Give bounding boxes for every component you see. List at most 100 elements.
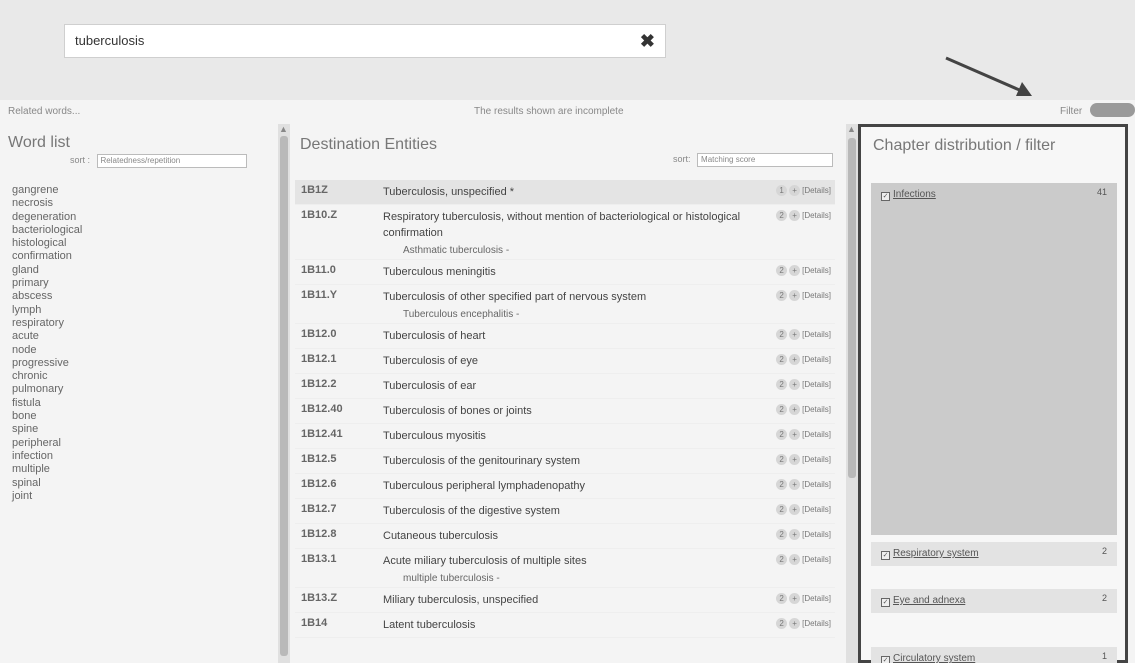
scroll-up-icon[interactable]: ▲ [279,124,288,134]
entity-row[interactable]: 1B12.0 Tuberculosis of heart 2 + [Details] [295,324,835,349]
search-input[interactable]: tuberculosis ✖ [64,24,666,58]
entity-title[interactable]: Tuberculosis of ear [383,374,743,398]
count-badge[interactable]: 2 [776,379,788,390]
details-link[interactable]: [Details] [802,330,831,339]
count-badge[interactable]: 2 [776,290,788,301]
word-list-item[interactable]: pulmonary [12,383,82,396]
close-icon[interactable]: ✖ [640,31,655,52]
count-badge[interactable]: 2 [776,504,788,515]
entity-title[interactable]: Tuberculosis of heart [383,324,743,348]
add-icon[interactable]: + [789,185,801,196]
word-list-item[interactable]: primary [12,277,82,290]
count-badge[interactable]: 2 [776,404,788,415]
entity-synonym[interactable]: Asthmatic tuberculosis - [403,245,835,259]
word-list-item[interactable]: joint [12,490,82,503]
count-badge[interactable]: 2 [776,554,788,565]
word-list-item[interactable]: degeneration [12,211,82,224]
details-link[interactable]: [Details] [802,555,831,564]
add-icon[interactable]: + [789,429,801,440]
add-icon[interactable]: + [789,529,801,540]
word-list-item[interactable]: bone [12,410,82,423]
add-icon[interactable]: + [789,290,801,301]
word-list-item[interactable]: lymph [12,304,82,317]
add-icon[interactable]: + [789,554,801,565]
word-list-item[interactable]: spine [12,423,82,436]
chapter-label[interactable]: ✓ Eye and adnexa [881,595,965,607]
entity-title[interactable]: Tuberculosis of bones or joints [383,399,743,423]
details-link[interactable]: [Details] [802,430,831,439]
word-list-item[interactable]: acute [12,330,82,343]
details-link[interactable]: [Details] [802,405,831,414]
checkbox-icon[interactable]: ✓ [881,551,890,560]
chapter-label[interactable]: ✓ Respiratory system [881,548,979,560]
entity-title[interactable]: Tuberculous meningitis [383,260,743,284]
word-list-item[interactable]: gangrene [12,184,82,197]
entity-row[interactable]: 1B12.5 Tuberculosis of the genitourinary … [295,449,835,474]
entity-synonym[interactable]: multiple tuberculosis - [403,573,835,587]
entity-title[interactable]: Respiratory tuberculosis, without mentio… [383,205,743,245]
count-badge[interactable]: 2 [776,265,788,276]
count-badge[interactable]: 2 [776,529,788,540]
entity-title[interactable]: Latent tuberculosis [383,613,743,637]
word-list-item[interactable]: abscess [12,290,82,303]
entity-row[interactable]: 1B12.8 Cutaneous tuberculosis 2 + [Details] [295,524,835,549]
details-link[interactable]: [Details] [802,291,831,300]
word-list-item[interactable]: node [12,344,82,357]
checkbox-icon[interactable]: ✓ [881,192,890,201]
word-list-item[interactable]: peripheral [12,437,82,450]
add-icon[interactable]: + [789,404,801,415]
entity-row[interactable]: 1B13.1 Acute miliary tuberculosis of mult… [295,549,835,588]
word-list-item[interactable]: spinal [12,477,82,490]
count-badge[interactable]: 2 [776,329,788,340]
entity-row[interactable]: 1B10.Z Respiratory tuberculosis, without … [295,205,835,260]
entity-title[interactable]: Tuberculous peripheral lymphadenopathy [383,474,743,498]
word-list-item[interactable]: gland [12,264,82,277]
entity-row[interactable]: 1B12.1 Tuberculosis of eye 2 + [Details] [295,349,835,374]
destination-scrollbar[interactable]: ▲ [846,124,858,663]
entity-row[interactable]: 1B12.7 Tuberculosis of the digestive syst… [295,499,835,524]
details-link[interactable]: [Details] [802,480,831,489]
entity-row[interactable]: 1B11.0 Tuberculous meningitis 2 + [Details] [295,260,835,285]
word-list-item[interactable]: confirmation [12,250,82,263]
word-list-item[interactable]: histological [12,237,82,250]
details-link[interactable]: [Details] [802,530,831,539]
word-list-item[interactable]: fistula [12,397,82,410]
add-icon[interactable]: + [789,265,801,276]
add-icon[interactable]: + [789,210,801,221]
details-link[interactable]: [Details] [802,211,831,220]
entity-row[interactable]: 1B12.41 Tuberculous myositis 2 + [Details] [295,424,835,449]
word-list-item[interactable]: respiratory [12,317,82,330]
scrollbar-thumb[interactable] [848,138,856,478]
filter-toggle[interactable] [1090,103,1135,117]
entity-row[interactable]: 1B13.Z Miliary tuberculosis, unspecified 2… [295,588,835,613]
add-icon[interactable]: + [789,379,801,390]
entity-title[interactable]: Tuberculosis of the digestive system [383,499,743,523]
entity-synonym[interactable]: Tuberculous encephalitis - [403,309,835,323]
details-link[interactable]: [Details] [802,455,831,464]
scrollbar-thumb[interactable] [280,136,288,656]
entity-row[interactable]: 1B1Z Tuberculosis, unspecified * 1 + [Detail… [295,180,835,205]
add-icon[interactable]: + [789,454,801,465]
word-list-item[interactable]: necrosis [12,197,82,210]
entity-title[interactable]: Tuberculosis of the genitourinary system [383,449,743,473]
details-link[interactable]: [Details] [802,619,831,628]
entity-title[interactable]: Acute miliary tuberculosis of multiple s… [383,549,743,573]
count-badge[interactable]: 2 [776,479,788,490]
add-icon[interactable]: + [789,504,801,515]
word-list-item[interactable]: bacteriological [12,224,82,237]
add-icon[interactable]: + [789,479,801,490]
dest-sort-select[interactable]: Matching score [697,153,834,167]
entity-title[interactable]: Tuberculosis of eye [383,349,743,373]
count-badge[interactable]: 2 [776,454,788,465]
entity-row[interactable]: 1B11.Y Tuberculosis of other specified pa… [295,285,835,324]
entity-title[interactable]: Tuberculosis of other specified part of … [383,285,743,309]
entity-row[interactable]: 1B12.6 Tuberculous peripheral lymphadenop… [295,474,835,499]
chapter-label[interactable]: ✓ Infections [881,189,936,201]
word-list-item[interactable]: chronic [12,370,82,383]
word-sort-select[interactable]: Relatedness/repetition [96,154,247,168]
count-badge[interactable]: 2 [776,210,788,221]
word-list-scrollbar[interactable]: ▲ [278,124,290,663]
chapter-item[interactable]: ✓ Respiratory system 2 [871,542,1117,566]
details-link[interactable]: [Details] [802,355,831,364]
entity-title[interactable]: Tuberculosis, unspecified * [383,180,743,204]
